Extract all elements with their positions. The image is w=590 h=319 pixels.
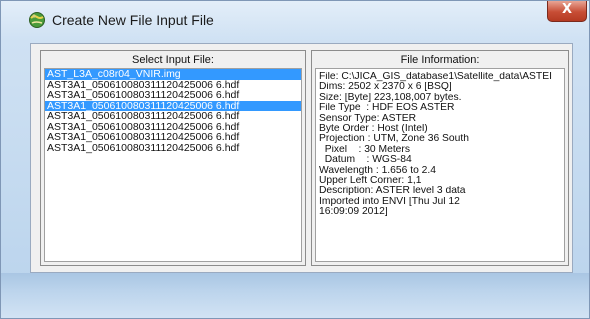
select-input-file-label: Select Input File: [132, 54, 214, 66]
info-line: File Type : HDF EOS ASTER [319, 103, 455, 114]
info-line: File: C:\JICA_GIS_database1\Satellite_da… [319, 72, 552, 82]
info-line: Upper Left Corner: 1,1 [319, 175, 422, 186]
info-line: Size: [Byte] 223,108,007 bytes. [319, 92, 462, 103]
file-information-panel: File Information: File: C:\JICA_GIS_data… [311, 50, 569, 266]
input-file-list[interactable]: AST_L3A_c08r04_VNIR.img AST3A1_050610080… [44, 68, 302, 262]
close-button[interactable]: X [547, 1, 587, 22]
info-line: 16:09:09 2012] [319, 207, 388, 218]
file-list-item[interactable]: AST3A1_050610080311120425006 6.hdf [45, 142, 301, 154]
info-line: Projection : UTM, Zone 36 South [319, 134, 469, 145]
file-list-item[interactable]: AST_L3A_c08r04_VNIR.img [45, 69, 301, 80]
window-title: Create New File Input File [52, 12, 214, 28]
file-list-item[interactable]: AST3A1_050610080311120425006 6.hdf [45, 90, 301, 101]
info-line: Imported into ENVI [Thu Jul 12 [319, 196, 460, 207]
select-input-file-panel: Select Input File: AST_L3A_c08r04_VNIR.i… [40, 50, 306, 266]
file-list-item[interactable]: AST3A1_050610080311120425006 6.hdf [45, 111, 301, 122]
title-bar[interactable]: Create New File Input File X [1, 1, 589, 39]
dialog-client-area: Select Input File: AST_L3A_c08r04_VNIR.i… [30, 43, 573, 273]
file-information-text: File: C:\JICA_GIS_database1\Satellite_da… [315, 68, 565, 262]
envi-globe-icon [28, 11, 46, 29]
file-information-label: File Information: [400, 54, 480, 66]
info-line: Sensor Type: ASTER [319, 113, 417, 124]
info-line: Wavelength : 1.656 to 2.4 [319, 165, 436, 176]
info-line: Datum : WGS-84 [319, 155, 412, 166]
info-line: Dims: 2502 x 2370 x 6 [BSQ] [319, 82, 452, 93]
info-line: Description: ASTER level 3 data [319, 186, 466, 197]
info-line: Pixel : 30 Meters [319, 144, 410, 155]
info-line: Byte Order : Host (Intel) [319, 123, 428, 134]
file-list-item[interactable]: AST3A1_050610080311120425006 6.hdf [45, 132, 301, 143]
dialog-window: Create New File Input File X Select Inpu… [0, 0, 590, 319]
dialog-bottom-area [1, 273, 589, 318]
close-icon: X [561, 2, 573, 17]
